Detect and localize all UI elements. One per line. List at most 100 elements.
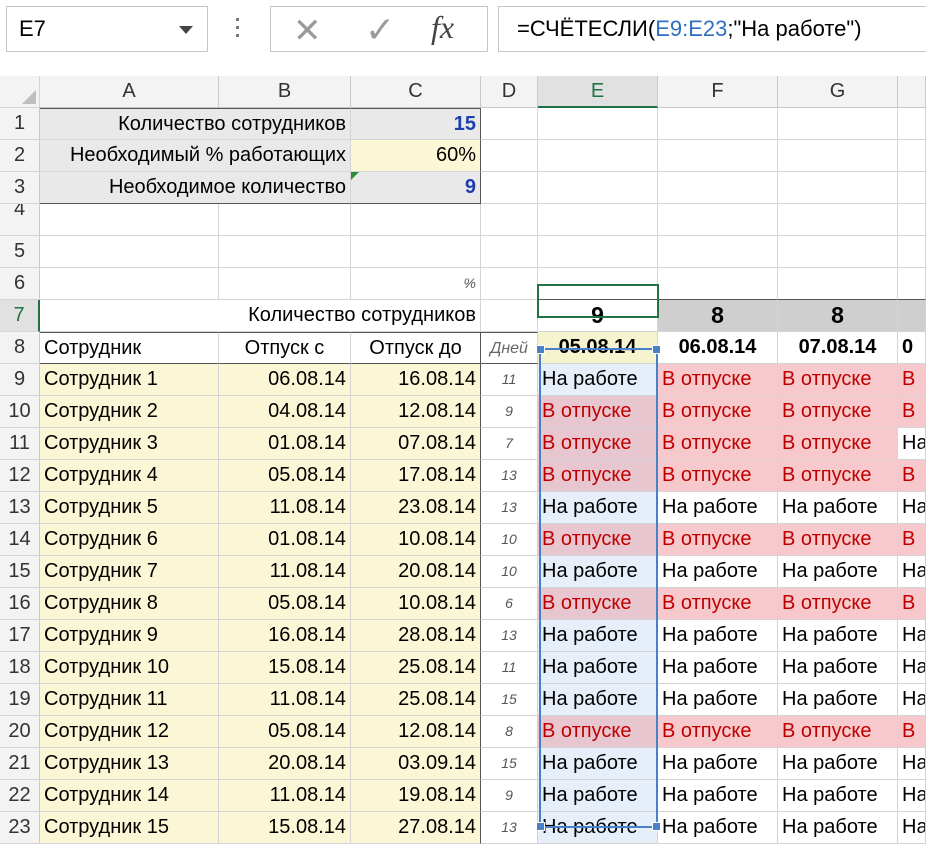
row-header[interactable]: 9 (0, 364, 40, 396)
employee-name-cell[interactable]: Сотрудник 9 (40, 620, 219, 652)
vacation-to-cell[interactable]: 25.08.14 (351, 684, 481, 716)
row-header[interactable]: 5 (0, 236, 40, 268)
drag-handle-icon[interactable] (236, 18, 240, 42)
status-cell-f[interactable]: В отпуске (658, 524, 778, 556)
col-header-d[interactable]: D (481, 76, 538, 108)
vacation-from-cell[interactable]: 11.08.14 (219, 556, 351, 588)
col-header-g[interactable]: G (778, 76, 898, 108)
cancel-icon[interactable]: ✕ (293, 11, 322, 51)
percent-sign-cell[interactable]: % (351, 268, 481, 300)
employee-name-cell[interactable]: Сотрудник 10 (40, 652, 219, 684)
count-cell-g7[interactable]: 8 (778, 300, 898, 332)
date-header-h[interactable]: 0 (898, 332, 926, 364)
status-cell-e[interactable]: В отпуске (538, 588, 658, 620)
status-cell-f[interactable]: В отпуске (658, 364, 778, 396)
cell[interactable] (538, 172, 658, 204)
status-cell-h[interactable]: В (898, 588, 926, 620)
status-cell-g[interactable]: В отпуске (778, 364, 898, 396)
cell[interactable] (658, 236, 778, 268)
cell[interactable] (898, 300, 926, 332)
days-cell[interactable]: 11 (481, 364, 538, 396)
status-cell-g[interactable]: На работе (778, 812, 898, 844)
status-cell-e[interactable]: В отпуске (538, 428, 658, 460)
employee-name-cell[interactable]: Сотрудник 3 (40, 428, 219, 460)
days-cell[interactable]: 10 (481, 524, 538, 556)
days-cell[interactable]: 8 (481, 716, 538, 748)
days-cell[interactable]: 9 (481, 780, 538, 812)
employee-name-cell[interactable]: Сотрудник 8 (40, 588, 219, 620)
vacation-to-cell[interactable]: 17.08.14 (351, 460, 481, 492)
status-cell-g[interactable]: На работе (778, 684, 898, 716)
status-cell-g[interactable]: В отпуске (778, 428, 898, 460)
cell[interactable] (481, 172, 538, 204)
row-header[interactable]: 10 (0, 396, 40, 428)
vacation-to-cell[interactable]: 23.08.14 (351, 492, 481, 524)
status-cell-f[interactable]: На работе (658, 556, 778, 588)
row7-count-label[interactable]: Количество сотрудников (40, 300, 481, 332)
row-header[interactable]: 18 (0, 652, 40, 684)
vacation-to-cell[interactable]: 03.09.14 (351, 748, 481, 780)
status-cell-h[interactable]: В (898, 716, 926, 748)
status-cell-g[interactable]: В отпуске (778, 460, 898, 492)
row-header[interactable]: 20 (0, 716, 40, 748)
status-cell-h[interactable]: На (898, 428, 926, 460)
vacation-from-cell[interactable]: 11.08.14 (219, 492, 351, 524)
vacation-from-cell[interactable]: 05.08.14 (219, 588, 351, 620)
cell[interactable] (658, 268, 778, 300)
days-cell[interactable]: 13 (481, 460, 538, 492)
cell[interactable] (658, 108, 778, 140)
row-header[interactable]: 15 (0, 556, 40, 588)
row-header[interactable]: 21 (0, 748, 40, 780)
cell[interactable] (538, 140, 658, 172)
vacation-from-cell[interactable]: 15.08.14 (219, 652, 351, 684)
row-header[interactable]: 3 (0, 172, 40, 204)
header-vacation-from[interactable]: Отпуск с (219, 332, 351, 364)
days-cell[interactable]: 15 (481, 684, 538, 716)
status-cell-g[interactable]: На работе (778, 556, 898, 588)
employee-name-cell[interactable]: Сотрудник 15 (40, 812, 219, 844)
cell[interactable] (219, 236, 351, 268)
employee-name-cell[interactable]: Сотрудник 11 (40, 684, 219, 716)
header-vacation-to[interactable]: Отпуск до (351, 332, 481, 364)
cell[interactable] (481, 300, 538, 332)
cell[interactable] (538, 236, 658, 268)
row-header[interactable]: 1 (0, 108, 40, 140)
cell[interactable] (481, 204, 538, 236)
row-header[interactable]: 16 (0, 588, 40, 620)
header-days[interactable]: Дней (481, 332, 538, 364)
cell[interactable] (40, 236, 219, 268)
vacation-to-cell[interactable]: 16.08.14 (351, 364, 481, 396)
col-header-f[interactable]: F (658, 76, 778, 108)
status-cell-f[interactable]: В отпуске (658, 428, 778, 460)
row-header[interactable]: 12 (0, 460, 40, 492)
cell[interactable] (778, 108, 898, 140)
employee-name-cell[interactable]: Сотрудник 12 (40, 716, 219, 748)
status-cell-h[interactable]: На (898, 492, 926, 524)
cell[interactable] (778, 140, 898, 172)
status-cell-e[interactable]: В отпуске (538, 460, 658, 492)
vacation-from-cell[interactable]: 01.08.14 (219, 524, 351, 556)
date-header-g[interactable]: 07.08.14 (778, 332, 898, 364)
status-cell-e[interactable]: На работе (538, 620, 658, 652)
status-cell-f[interactable]: На работе (658, 748, 778, 780)
row-header[interactable]: 7 (0, 300, 40, 332)
vacation-to-cell[interactable]: 12.08.14 (351, 396, 481, 428)
cell[interactable] (538, 204, 658, 236)
status-cell-f[interactable]: На работе (658, 684, 778, 716)
status-cell-g[interactable]: На работе (778, 748, 898, 780)
status-cell-e[interactable]: На работе (538, 652, 658, 684)
status-cell-e[interactable]: На работе (538, 748, 658, 780)
col-header-a[interactable]: A (40, 76, 219, 108)
cell[interactable] (658, 172, 778, 204)
status-cell-e[interactable]: На работе (538, 812, 658, 844)
date-header-f[interactable]: 06.08.14 (658, 332, 778, 364)
vacation-from-cell[interactable]: 05.08.14 (219, 460, 351, 492)
days-cell[interactable]: 7 (481, 428, 538, 460)
employees-count-label[interactable]: Количество сотрудников (40, 108, 351, 140)
col-header-c[interactable]: C (351, 76, 481, 108)
status-cell-g[interactable]: В отпуске (778, 396, 898, 428)
status-cell-h[interactable]: На (898, 684, 926, 716)
days-cell[interactable]: 6 (481, 588, 538, 620)
cell[interactable] (898, 108, 926, 140)
employee-name-cell[interactable]: Сотрудник 7 (40, 556, 219, 588)
